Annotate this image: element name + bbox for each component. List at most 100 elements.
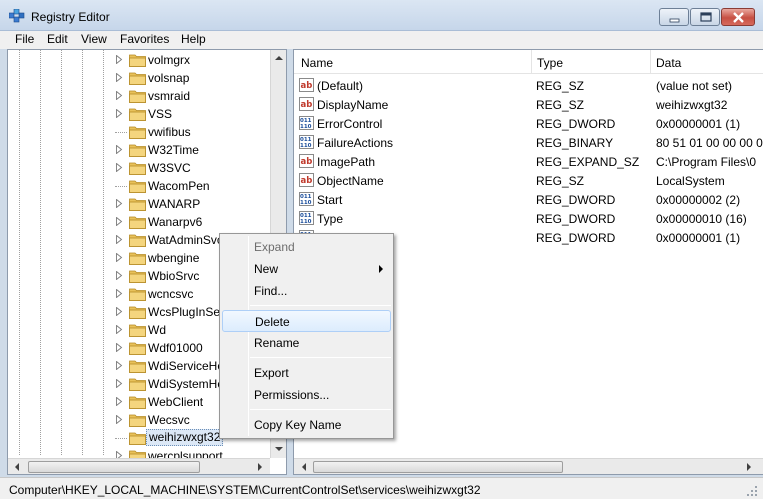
value-name: ErrorControl — [317, 117, 383, 131]
folder-icon — [129, 161, 146, 175]
tree-item[interactable]: VSS — [8, 105, 278, 123]
expand-arrow-icon[interactable] — [115, 217, 123, 226]
list-item[interactable]: 011 110 Start REG_DWORD 0x00000002 (2) — [294, 190, 763, 209]
column-header-type[interactable]: Type — [537, 56, 563, 70]
tree-item-label: Wdf01000 — [148, 341, 203, 355]
scroll-down-icon[interactable] — [271, 441, 287, 457]
scroll-left-icon[interactable] — [9, 459, 25, 475]
column-divider[interactable] — [531, 50, 532, 74]
title-bar[interactable]: Registry Editor — [0, 0, 763, 31]
menu-edit[interactable]: Edit — [47, 32, 68, 46]
context-menu-separator — [250, 305, 391, 306]
minimize-button[interactable] — [659, 8, 689, 26]
expand-arrow-icon[interactable] — [115, 73, 123, 82]
list-item[interactable]: 011 110 FailureActions REG_BINARY 80 51 01 0… — [294, 133, 763, 152]
tree-item-label: wcncsvc — [148, 287, 194, 301]
expand-arrow-icon[interactable] — [115, 163, 123, 172]
scroll-up-icon[interactable] — [271, 50, 287, 66]
column-header-name[interactable]: Name — [301, 56, 333, 70]
registry-editor-icon — [9, 9, 25, 23]
resize-grip-icon[interactable] — [745, 484, 759, 498]
tree-item-label: wbengine — [148, 251, 200, 265]
folder-icon — [129, 359, 146, 373]
scroll-right-icon[interactable] — [252, 459, 268, 475]
expand-arrow-icon[interactable] — [115, 415, 123, 424]
tree-item-label: W32Time — [148, 143, 199, 157]
tree-item[interactable]: vsmraid — [8, 87, 278, 105]
expand-arrow-icon[interactable] — [115, 397, 123, 406]
list-item[interactable]: ab ObjectName REG_SZ LocalSystem — [294, 171, 763, 190]
expand-arrow-icon[interactable] — [115, 361, 123, 370]
folder-icon — [129, 395, 146, 409]
value-type: REG_SZ — [536, 98, 585, 112]
context-menu-separator — [250, 409, 391, 410]
menu-view[interactable]: View — [81, 32, 107, 46]
context-menu-export[interactable]: Export — [222, 362, 391, 384]
folder-icon — [129, 377, 146, 391]
menu-file[interactable]: File — [15, 32, 34, 46]
menu-favorites[interactable]: Favorites — [120, 32, 169, 46]
list-item[interactable]: ab (Default) REG_SZ (value not set) — [294, 76, 763, 95]
expand-arrow-icon[interactable] — [115, 199, 123, 208]
tree-item[interactable]: volsnap — [8, 69, 278, 87]
tree-horizontal-scrollbar[interactable] — [8, 458, 270, 475]
folder-icon — [129, 251, 146, 265]
context-menu-separator — [250, 357, 391, 358]
context-menu-copy-key-name[interactable]: Copy Key Name — [222, 414, 391, 436]
context-menu-rename[interactable]: Rename — [222, 332, 391, 354]
list-item[interactable]: 011 110 Type REG_DWORD 0x00000010 (16) — [294, 209, 763, 228]
expand-arrow-icon[interactable] — [115, 307, 123, 316]
tree-item[interactable]: Wanarpv6 — [8, 213, 278, 231]
tree-item[interactable]: volmgrx — [8, 51, 278, 69]
expand-arrow-icon[interactable] — [115, 289, 123, 298]
context-menu-new[interactable]: New — [222, 258, 391, 280]
tree-connector — [115, 438, 127, 439]
expand-arrow-icon[interactable] — [115, 379, 123, 388]
expand-arrow-icon[interactable] — [115, 55, 123, 64]
folder-icon — [129, 269, 146, 283]
tree-item[interactable]: W32Time — [8, 141, 278, 159]
context-menu-label: Copy Key Name — [254, 418, 342, 432]
expand-arrow-icon[interactable] — [115, 271, 123, 280]
expand-arrow-icon[interactable] — [115, 325, 123, 334]
expand-arrow-icon[interactable] — [115, 343, 123, 352]
tree-item[interactable]: WacomPen — [8, 177, 278, 195]
list-item[interactable]: ab DisplayName REG_SZ weihizwxgt32 — [294, 95, 763, 114]
context-menu-delete[interactable]: Delete — [222, 310, 391, 332]
tree-item-label: vsmraid — [148, 89, 191, 103]
tree-item[interactable]: vwifibus — [8, 123, 278, 141]
value-type: REG_DWORD — [536, 212, 616, 226]
value-type: REG_BINARY — [536, 136, 614, 150]
folder-icon — [129, 143, 146, 157]
expand-arrow-icon[interactable] — [115, 145, 123, 154]
column-header-data[interactable]: Data — [656, 56, 681, 70]
folder-icon — [129, 89, 146, 103]
scroll-left-icon[interactable] — [296, 459, 312, 475]
expand-arrow-icon[interactable] — [115, 109, 123, 118]
status-key-path: Computer\HKEY_LOCAL_MACHINE\SYSTEM\Curre… — [9, 483, 481, 497]
list-item[interactable]: ab ImagePath REG_EXPAND_SZ C:\Program Files… — [294, 152, 763, 171]
menu-help[interactable]: Help — [181, 32, 206, 46]
expand-arrow-icon[interactable] — [115, 235, 123, 244]
tree-horizontal-scroll-thumb[interactable] — [28, 461, 200, 473]
value-data: 0x00000010 (16) — [656, 212, 747, 226]
expand-arrow-icon[interactable] — [115, 253, 123, 262]
close-button[interactable] — [721, 8, 755, 26]
svg-text:110: 110 — [300, 143, 312, 149]
maximize-button[interactable] — [690, 8, 720, 26]
value-type: REG_SZ — [536, 174, 585, 188]
scroll-right-icon[interactable] — [741, 459, 757, 475]
context-menu-find[interactable]: Find... — [222, 280, 391, 302]
svg-text:ab: ab — [301, 176, 313, 186]
list-item[interactable]: 011 110 ErrorControl REG_DWORD 0x00000001 (1… — [294, 114, 763, 133]
svg-text:110: 110 — [300, 219, 312, 225]
list-horizontal-scrollbar[interactable] — [294, 458, 763, 475]
binary-value-icon: 011110 — [299, 211, 314, 225]
expand-arrow-icon[interactable] — [115, 91, 123, 100]
svg-text:110: 110 — [300, 200, 312, 206]
tree-item[interactable]: WANARP — [8, 195, 278, 213]
list-horizontal-scroll-thumb[interactable] — [313, 461, 563, 473]
tree-item[interactable]: W3SVC — [8, 159, 278, 177]
context-menu-permissions[interactable]: Permissions... — [222, 384, 391, 406]
column-divider[interactable] — [650, 50, 651, 74]
